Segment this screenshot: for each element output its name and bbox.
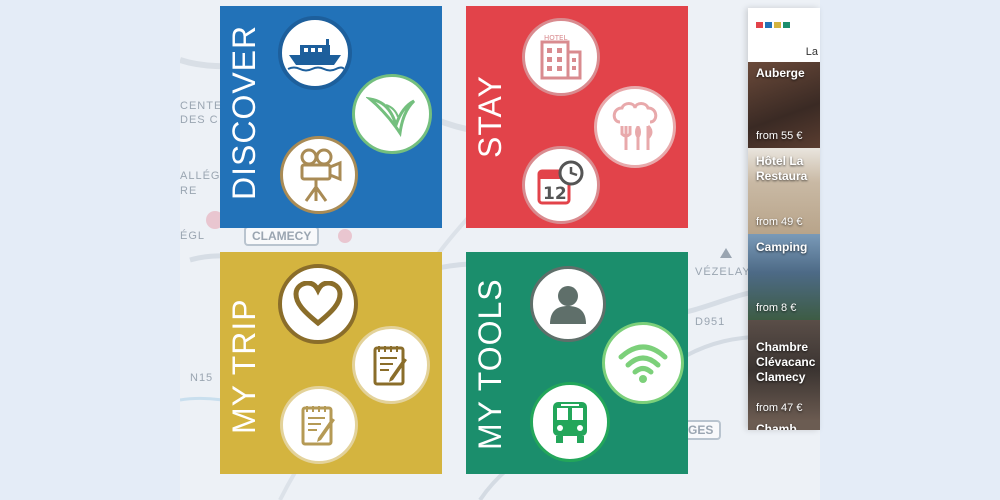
- tile-my-tools-title: MY TOOLS: [472, 278, 508, 450]
- listing-name: Hôtel La Restaura: [756, 154, 808, 183]
- bus-icon[interactable]: [530, 382, 610, 462]
- tile-discover-title: DISCOVER: [226, 24, 262, 200]
- listing-name: Chamb: [756, 422, 797, 430]
- map-label: DES C: [180, 114, 219, 126]
- right-background: [820, 0, 1000, 500]
- map-label: ÉGL: [180, 230, 206, 242]
- phone-header-text: La: [805, 46, 818, 58]
- calendar-clock-icon[interactable]: 12: [522, 146, 600, 224]
- listing-item[interactable]: Camping from 8 €: [748, 234, 820, 320]
- listing-price: from 55 €: [756, 130, 803, 142]
- map-road-label: D951: [695, 316, 726, 328]
- listing-item[interactable]: Chambre Clévacanc Clamecy from 47 €: [748, 320, 820, 420]
- notepad-icon[interactable]: [352, 326, 430, 404]
- tile-my-trip[interactable]: MY TRIP: [220, 252, 442, 474]
- listing-name: Camping: [756, 240, 808, 254]
- map-town-label-vezelay: VÉZELAY: [695, 266, 751, 278]
- hotel-icon[interactable]: HOTEL: [522, 18, 600, 96]
- listing-price: from 47 €: [756, 402, 803, 414]
- listing-item[interactable]: Hôtel La Restaura from 49 €: [748, 148, 820, 234]
- triangle-marker-icon: [720, 248, 732, 258]
- film-camera-icon[interactable]: [280, 136, 358, 214]
- notepad-icon[interactable]: [280, 386, 358, 464]
- listing-name: Chambre Clévacanc Clamecy: [756, 340, 816, 384]
- tile-stay-title: STAY: [472, 75, 508, 158]
- hotel-sign-text: HOTEL: [544, 34, 567, 42]
- map-label: RE: [180, 185, 198, 197]
- tile-stay[interactable]: STAY HOTEL 12: [466, 6, 688, 228]
- calendar-day-text: 12: [543, 184, 567, 204]
- listing-name: Auberge: [756, 66, 805, 80]
- phone-preview: La Auberge from 55 € Hôtel La Restaura f…: [748, 8, 820, 430]
- listing-item[interactable]: Chamb: [748, 420, 820, 430]
- listing-item[interactable]: Auberge from 55 €: [748, 62, 820, 148]
- listing-price: from 8 €: [756, 302, 797, 314]
- listing-price: from 49 €: [756, 216, 803, 228]
- map-town-label-clamecy: CLAMECY: [244, 226, 320, 246]
- wifi-icon[interactable]: [602, 322, 684, 404]
- map-road-label: N15: [190, 372, 214, 384]
- tile-discover[interactable]: DISCOVER: [220, 6, 442, 228]
- tile-my-trip-title: MY TRIP: [226, 298, 262, 434]
- tile-my-tools[interactable]: MY TOOLS: [466, 252, 688, 474]
- heart-icon[interactable]: [278, 264, 358, 344]
- left-background: [0, 0, 180, 500]
- restaurant-icon[interactable]: [594, 86, 676, 168]
- bird-icon[interactable]: [352, 74, 432, 154]
- user-icon[interactable]: [530, 266, 606, 342]
- app-logo-icon: [756, 22, 790, 28]
- boat-icon[interactable]: [278, 16, 352, 90]
